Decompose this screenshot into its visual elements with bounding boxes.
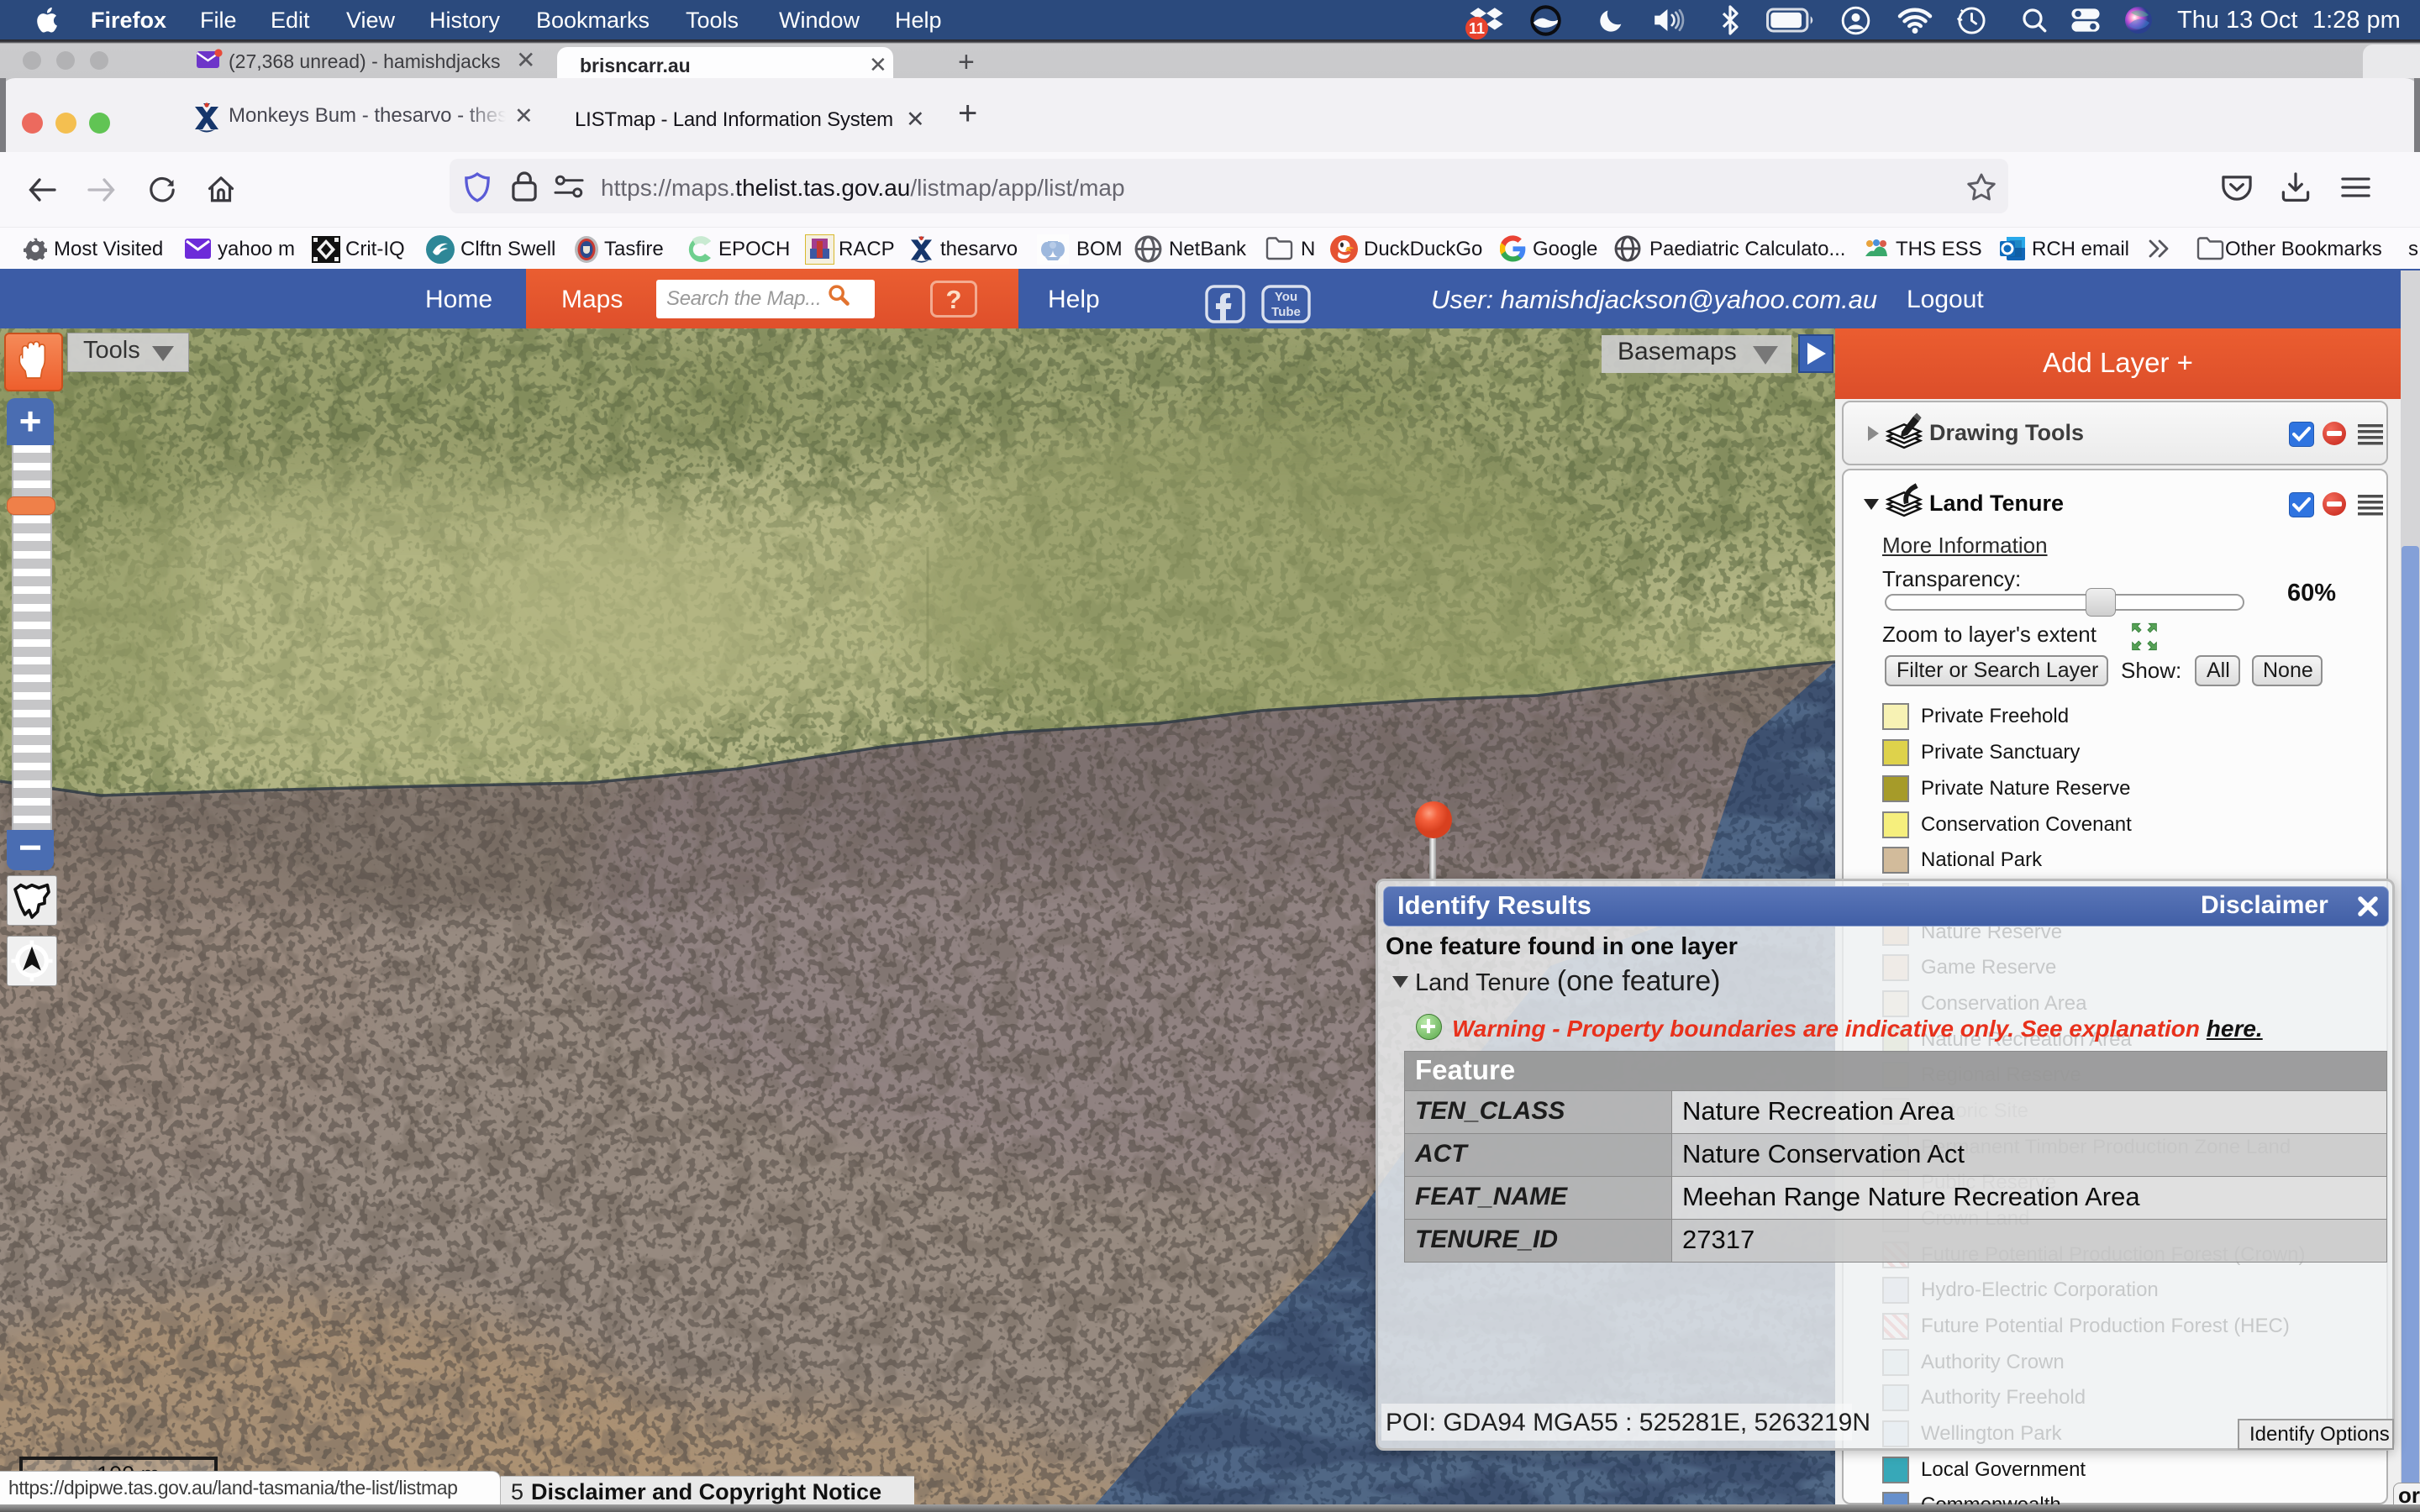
svg-text:Tube: Tube: [1271, 305, 1301, 319]
svg-text:You: You: [1275, 290, 1297, 304]
